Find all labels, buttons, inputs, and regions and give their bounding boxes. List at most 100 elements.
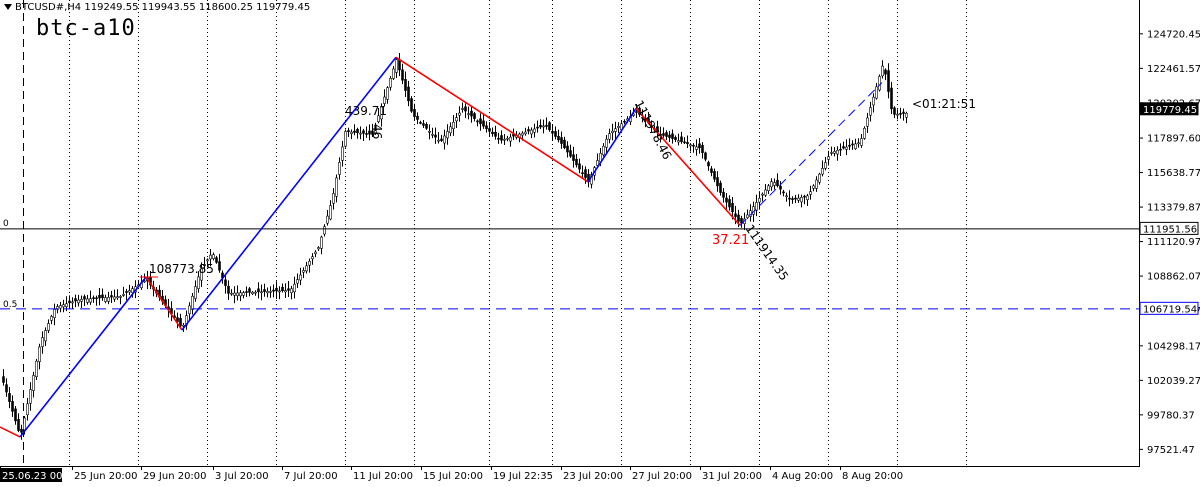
candle-body <box>680 136 683 142</box>
candle-body <box>86 298 89 303</box>
candle-body <box>317 247 320 250</box>
candle-body <box>281 286 284 292</box>
candle-body <box>278 290 281 293</box>
zigzag-segment <box>0 426 21 438</box>
candle-body <box>44 330 47 342</box>
candle-body <box>866 117 869 127</box>
candle-body <box>461 108 464 110</box>
price-tick-label: 104298.17 <box>1147 341 1200 352</box>
candle-body <box>62 304 65 308</box>
price-tick-label: 113379.87 <box>1147 203 1200 214</box>
candle-body <box>359 132 362 135</box>
candle-body <box>728 199 731 208</box>
candle-body <box>707 162 710 167</box>
candle-body <box>23 417 26 431</box>
time-tick-label: 29 Jun 20:00 <box>143 471 207 482</box>
candle-body <box>542 125 545 128</box>
price-tick-label: 111120.97 <box>1147 237 1200 248</box>
time-tick-label: 15 Jul 20:00 <box>423 471 483 482</box>
candle-body <box>596 160 599 166</box>
zigzag-label-108773: 108773.85 <box>149 262 214 276</box>
candle-body <box>773 182 776 186</box>
candle-body <box>476 120 479 123</box>
candle-body <box>305 265 308 272</box>
zigzag-label-439: 439.71 <box>345 104 387 118</box>
candle-body <box>905 112 908 118</box>
time-tick-label: 11 Jul 20:00 <box>353 471 413 482</box>
zigzag-lines <box>0 56 1139 438</box>
candle-body <box>350 131 353 134</box>
candle-body <box>188 305 191 314</box>
candle-body <box>353 130 356 133</box>
candle-body <box>611 130 614 133</box>
candle-body <box>398 59 401 71</box>
candle-body <box>128 290 131 293</box>
candle-body <box>65 303 68 307</box>
candle-body <box>179 317 182 327</box>
candle-body <box>356 129 359 134</box>
candle-body <box>365 133 368 135</box>
candle-body <box>575 158 578 166</box>
candle-body <box>788 197 791 200</box>
candle-body <box>473 113 476 119</box>
candle-body <box>758 197 761 203</box>
fibo-level-0: 0 <box>3 219 9 229</box>
time-tick-label: 27 Jul 20:00 <box>632 471 692 482</box>
chart-menu-icon[interactable] <box>4 4 12 10</box>
price-chart-window[interactable]: 124720.45122461.57120202.67117897.601156… <box>0 0 1200 487</box>
candle-body <box>26 403 29 416</box>
candle-body <box>239 292 242 297</box>
candle-body <box>785 195 788 198</box>
candle-body <box>734 213 737 217</box>
indicator-label: btc-a10 <box>36 16 136 41</box>
candle-body <box>224 279 227 286</box>
bar-countdown-timer: <01:21:51 <box>912 97 976 111</box>
candle-body <box>509 136 512 142</box>
candle-body <box>896 113 899 116</box>
candle-body <box>80 299 83 302</box>
zigzag-label-46: 46 <box>370 124 384 140</box>
candle-body <box>446 131 449 139</box>
fibo-level-05: 0.5 <box>3 300 18 310</box>
candle-body <box>791 198 794 200</box>
candle-body <box>530 129 533 135</box>
candle-body <box>311 256 314 260</box>
candle-body <box>68 300 71 304</box>
candle-body <box>713 171 716 180</box>
time-tick-label: 25 Jun 20:00 <box>74 471 138 482</box>
candle-body <box>230 292 233 295</box>
candle-body <box>776 179 779 187</box>
chart-canvas[interactable]: 124720.45122461.57120202.67117897.601156… <box>0 0 1200 487</box>
candle-body <box>458 112 461 116</box>
candle-body <box>428 130 431 133</box>
candle-body <box>581 172 584 174</box>
candle-body <box>539 124 542 128</box>
candle-body <box>569 150 572 157</box>
candle-body <box>197 276 200 289</box>
candle-body <box>560 137 563 144</box>
candle-body <box>782 191 785 194</box>
candle-body <box>422 123 425 126</box>
candle-body <box>401 69 404 81</box>
candle-body <box>722 191 725 198</box>
candle-body <box>605 138 608 148</box>
candle-body <box>686 142 689 145</box>
candle-body <box>8 393 11 402</box>
candle-body <box>464 106 467 112</box>
candle-body <box>770 181 773 188</box>
candle-body <box>212 254 215 259</box>
candle-body <box>470 110 473 117</box>
candle-body <box>209 254 212 260</box>
candle-body <box>692 144 695 147</box>
candle-body <box>545 125 548 127</box>
candle-body <box>392 68 395 79</box>
candle-body <box>809 191 812 195</box>
candle-body <box>494 131 497 137</box>
candle-body <box>698 143 701 149</box>
candle-body <box>671 133 674 139</box>
candle-body <box>5 384 8 393</box>
level-price-tag-text: 111951.56 <box>1143 224 1197 235</box>
time-tick-label: 4 Aug 20:00 <box>772 471 833 482</box>
candle-body <box>386 87 389 100</box>
candle-body <box>836 149 839 155</box>
